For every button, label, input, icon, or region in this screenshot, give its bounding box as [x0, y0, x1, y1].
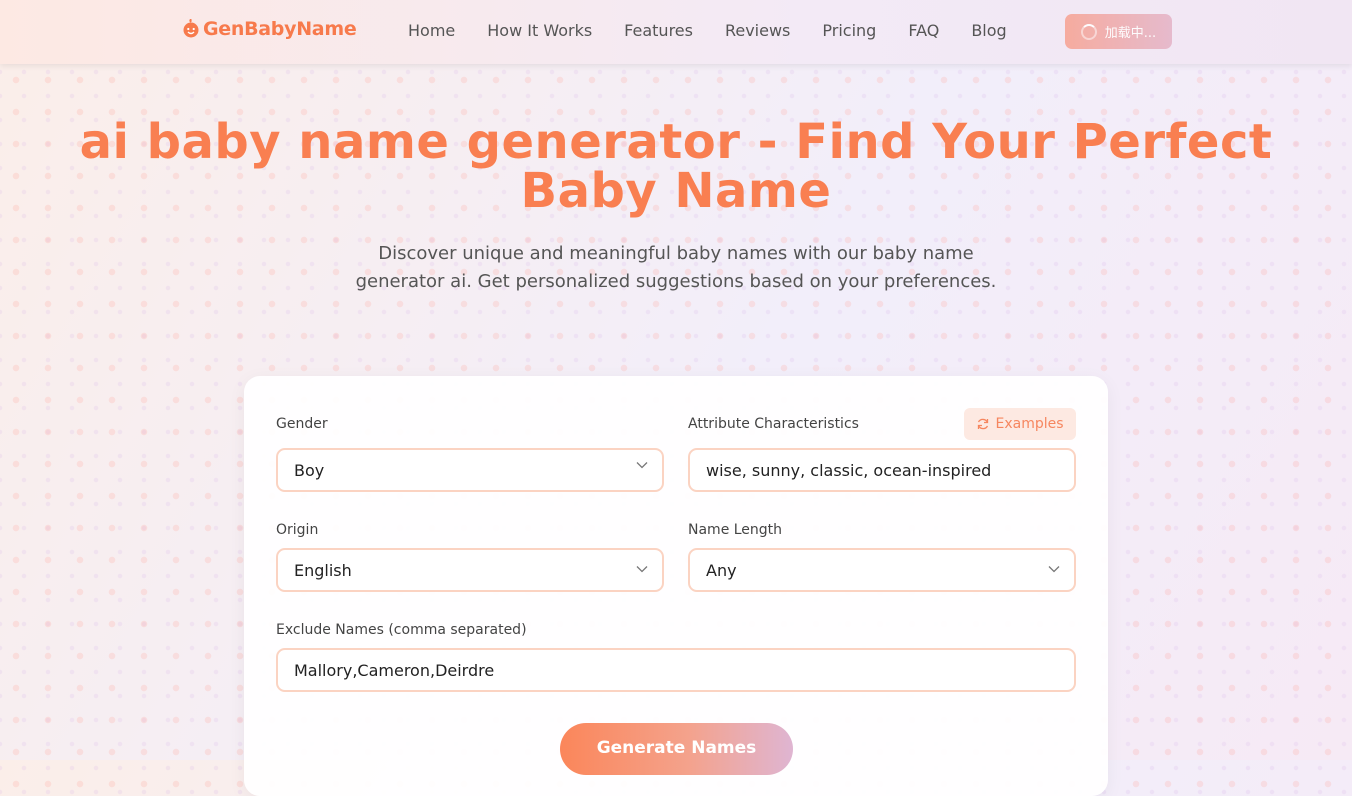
generator-form-card: Gender Boy Attribute Characteristics Exa…: [244, 376, 1108, 796]
attributes-value: wise, sunny, classic, ocean-inspired: [706, 460, 992, 480]
exclude-names-input[interactable]: Mallory,Cameron,Deirdre: [276, 648, 1076, 692]
nav-blog[interactable]: Blog: [971, 20, 1006, 42]
nav-home[interactable]: Home: [408, 20, 455, 42]
origin-value: English: [294, 560, 352, 580]
baby-face-icon: [183, 19, 199, 38]
origin-select[interactable]: English: [276, 548, 664, 592]
page-title: ai baby name generator - Find Your Perfe…: [79, 114, 1273, 219]
examples-button[interactable]: Examples: [964, 408, 1076, 440]
examples-label: Examples: [995, 416, 1064, 432]
account-loading-button[interactable]: 加载中...: [1065, 14, 1172, 49]
loading-label: 加载中...: [1104, 26, 1157, 41]
generate-names-button[interactable]: Generate Names: [560, 723, 793, 775]
gender-label: Gender: [276, 416, 328, 432]
nav-pricing[interactable]: Pricing: [822, 20, 876, 42]
nav-faq[interactable]: FAQ: [908, 20, 939, 42]
page-subtitle: Discover unique and meaningful baby name…: [355, 243, 997, 292]
gender-value: Boy: [294, 460, 325, 480]
attributes-label: Attribute Characteristics: [688, 416, 859, 432]
gender-select[interactable]: Boy: [276, 448, 664, 492]
chevron-down-icon: [1048, 566, 1060, 573]
main-nav: Home How It Works Features Reviews Prici…: [408, 20, 1039, 42]
logo-text: GenBabyName: [203, 18, 357, 40]
name-length-select[interactable]: Any: [688, 548, 1076, 592]
nav-reviews[interactable]: Reviews: [725, 20, 790, 42]
chevron-down-icon: [636, 566, 648, 573]
origin-label: Origin: [276, 522, 319, 538]
spinner-icon: [1080, 23, 1097, 40]
name-length-value: Any: [706, 560, 737, 580]
attributes-input[interactable]: wise, sunny, classic, ocean-inspired: [688, 448, 1076, 492]
refresh-icon: [978, 418, 989, 430]
chevron-down-icon: [636, 462, 648, 469]
exclude-value: Mallory,Cameron,Deirdre: [294, 660, 495, 680]
logo[interactable]: GenBabyName: [181, 18, 357, 40]
nav-how-it-works[interactable]: How It Works: [487, 20, 592, 42]
exclude-label: Exclude Names (comma separated): [276, 622, 527, 638]
top-navbar: GenBabyName Home How It Works Features R…: [0, 0, 1352, 64]
nav-features[interactable]: Features: [624, 20, 693, 42]
generate-label: Generate Names: [596, 738, 757, 758]
name-length-label: Name Length: [688, 522, 783, 538]
